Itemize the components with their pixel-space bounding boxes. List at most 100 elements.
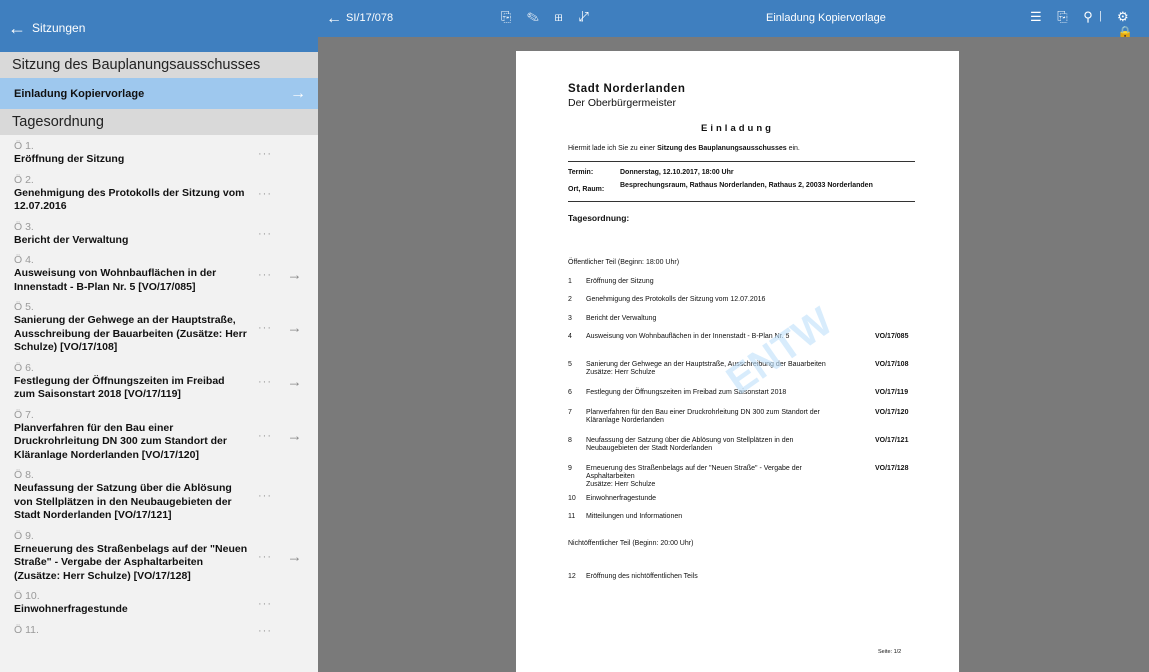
- row-title: Mitteilungen und Informationen: [586, 513, 683, 520]
- arrow-right-icon[interactable]: →: [287, 320, 302, 337]
- more-options-icon[interactable]: ···: [258, 228, 272, 240]
- agenda-item-number: Ö 3.: [14, 220, 34, 233]
- row-number: 4: [568, 333, 572, 340]
- agenda-item[interactable]: Ö 3. Bericht der Verwaltung ···: [0, 218, 318, 252]
- row-number: 3: [568, 315, 572, 322]
- more-options-icon[interactable]: ···: [258, 148, 272, 160]
- intro-post: ein.: [786, 145, 800, 152]
- intro-pre: Hiermit lade ich Sie zu einer: [568, 145, 658, 152]
- row-number: 7: [568, 409, 572, 416]
- more-options-icon[interactable]: ···: [258, 188, 272, 200]
- view-tools-icons[interactable]: ☰ ⎘ ⚲: [1030, 9, 1099, 25]
- agenda-item[interactable]: Ö 10. Einwohnerfragestunde ···: [0, 587, 318, 621]
- agenda-item[interactable]: Ö 7. Planverfahren für den Bau einer Druc…: [0, 406, 318, 467]
- agenda-item-title: Eröffnung der Sitzung: [14, 153, 125, 165]
- more-options-icon[interactable]: ···: [258, 625, 272, 637]
- row-title: Einwohnerfragestunde: [586, 495, 657, 502]
- agenda-item[interactable]: Ö 2. Genehmigung des Protokolls der Sitzu…: [0, 171, 318, 218]
- agenda-item-title: Bericht der Verwaltung: [14, 233, 129, 246]
- back-arrow-icon[interactable]: ←: [8, 18, 26, 39]
- more-options-icon[interactable]: ···: [258, 430, 272, 442]
- agenda-item-number: Ö 6.: [14, 361, 34, 374]
- arrow-right-icon[interactable]: →: [287, 548, 302, 565]
- agenda-item[interactable]: Ö 11. ···: [0, 621, 318, 641]
- public-part-label: Öffentlicher Teil (Beginn: 18:00 Uhr): [568, 259, 680, 266]
- document-toolbar: ← SI/17/078 ⎘ ✎ ⊞ ⤢ | Einladung Kopiervo…: [318, 0, 1149, 40]
- row-number: 9: [568, 465, 572, 472]
- row-title: Eröffnung der Sitzung: [586, 278, 654, 285]
- arrow-right-icon[interactable]: →: [287, 374, 302, 391]
- row-reference: VO/17/121: [875, 437, 909, 444]
- session-reference[interactable]: SI/17/078: [346, 12, 393, 24]
- row-title: Planverfahren für den Bau einer Druckroh…: [586, 409, 820, 424]
- agenda-item[interactable]: Ö 8. Neufassung der Satzung über die Ablö…: [0, 466, 318, 527]
- agenda-item[interactable]: Ö 9. Erneuerung des Straßenbelags auf der…: [0, 527, 318, 588]
- row-number: 2: [568, 296, 572, 303]
- intro-bold: Sitzung des Bauplanungsausschusses: [657, 145, 787, 152]
- toolbar-separator: |: [581, 10, 584, 22]
- doc-agenda-label: Tagesordnung:: [568, 213, 630, 223]
- sidebar: ← Sitzungen Sitzung des Bauplanungsaussc…: [0, 0, 318, 672]
- agenda-item-title: Genehmigung des Protokolls der Sitzung v…: [14, 186, 245, 213]
- agenda-list: Ö 1. Eröffnung der Sitzung ··· Ö 2. Genehmig…: [0, 135, 318, 641]
- row-reference: VO/17/120: [875, 409, 909, 416]
- document-page: Stadt Norderlanden Der Oberbürgermeister…: [516, 51, 959, 672]
- agenda-item-title: Planverfahren für den Bau einer Druckroh…: [14, 421, 227, 461]
- page-number: Seite: 1/2: [878, 649, 902, 655]
- doc-intro: Hiermit lade ich Sie zu einer Sitzung de…: [568, 145, 800, 152]
- agenda-item-number: Ö 11.: [14, 623, 39, 636]
- arrow-right-icon[interactable]: →: [287, 266, 302, 283]
- agenda-item-title: Festlegung der Öffnungszeiten im Freibad…: [14, 374, 225, 401]
- row-number: 11: [568, 513, 576, 520]
- agenda-item-number: Ö 9.: [14, 529, 34, 542]
- document-title: Einladung Kopiervorlage: [766, 12, 886, 24]
- ort-value: Besprechungsraum, Rathaus Norderlanden, …: [620, 182, 873, 189]
- agenda-item-number: Ö 7.: [14, 408, 34, 421]
- divider: [568, 161, 915, 162]
- agenda-item[interactable]: Ö 6. Festlegung der Öffnungszeiten im Fre…: [0, 359, 318, 406]
- doc-heading: Einladung: [701, 123, 774, 134]
- divider: [568, 201, 915, 202]
- row-number: 8: [568, 437, 572, 444]
- sidebar-header[interactable]: ← Sitzungen: [0, 0, 318, 56]
- agenda-item-title: Erneuerung des Straßenbelags auf der "Ne…: [14, 542, 248, 582]
- agenda-item-title: Sanierung der Gehwege an der Hauptstraße…: [14, 314, 247, 353]
- row-number: 10: [568, 495, 576, 502]
- more-options-icon[interactable]: ···: [258, 598, 272, 610]
- more-options-icon[interactable]: ···: [258, 551, 272, 563]
- row-reference: VO/17/085: [875, 333, 909, 340]
- row-title: Festlegung der Öffnungszeiten im Freibad…: [586, 389, 787, 396]
- selected-document-item[interactable]: Einladung Kopiervorlage →: [0, 78, 318, 109]
- doc-city: Stadt Norderlanden: [568, 83, 686, 95]
- agenda-item-title: Einwohnerfragestunde: [14, 603, 128, 615]
- private-part-label: Nichtöffentlicher Teil (Beginn: 20:00 Uh…: [568, 540, 694, 547]
- row-reference: VO/17/119: [875, 389, 909, 396]
- row-number: 1: [568, 278, 572, 285]
- agenda-item-number: Ö 4.: [14, 254, 34, 266]
- document-viewer[interactable]: Stadt Norderlanden Der Oberbürgermeister…: [318, 37, 1149, 672]
- arrow-right-icon[interactable]: →: [290, 85, 306, 103]
- row-title: Erneuerung des Straßenbelags auf der "Ne…: [586, 465, 802, 488]
- arrow-right-icon[interactable]: →: [287, 427, 302, 444]
- row-number: 6: [568, 389, 572, 396]
- agenda-item-number: Ö 5.: [14, 301, 34, 313]
- agenda-item-title: Neufassung der Satzung über die Ablösung…: [14, 482, 232, 521]
- back-label[interactable]: Sitzungen: [32, 21, 85, 35]
- selected-document-label: Einladung Kopiervorlage: [14, 87, 145, 100]
- doc-mayor: Der Oberbürgermeister: [568, 97, 676, 109]
- back-arrow-icon[interactable]: ←: [326, 10, 342, 28]
- agenda-item-number: Ö 2.: [14, 173, 34, 186]
- agenda-item-number: Ö 10.: [14, 590, 40, 602]
- row-reference: VO/17/128: [875, 465, 909, 472]
- more-options-icon[interactable]: ···: [258, 490, 272, 502]
- agenda-item[interactable]: Ö 4. Ausweisung von Wohnbauflächen in der…: [0, 251, 318, 298]
- row-title: Genehmigung des Protokolls der Sitzung v…: [586, 296, 766, 303]
- agenda-item[interactable]: Ö 5. Sanierung der Gehwege an der Hauptst…: [0, 298, 318, 359]
- more-options-icon[interactable]: ···: [258, 322, 272, 334]
- agenda-item[interactable]: Ö 1. Eröffnung der Sitzung ···: [0, 137, 318, 171]
- more-options-icon[interactable]: ···: [258, 269, 272, 281]
- termin-label: Termin:: [568, 169, 594, 176]
- more-options-icon[interactable]: ···: [258, 376, 272, 388]
- row-title: Eröffnung des nichtöffentlichen Teils: [586, 573, 698, 580]
- agenda-item-number: Ö 1.: [14, 140, 34, 152]
